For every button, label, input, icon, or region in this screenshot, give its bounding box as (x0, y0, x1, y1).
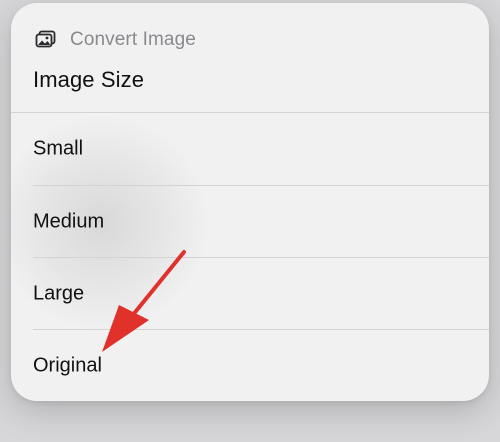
option-label: Medium (33, 210, 105, 233)
app-row: Convert Image (35, 27, 196, 53)
app-name: Convert Image (70, 29, 196, 50)
image-size-menu: Convert Image Image Size Small Medium La… (11, 3, 489, 401)
option-large[interactable]: Large (11, 258, 489, 330)
option-small[interactable]: Small (11, 113, 489, 185)
option-label: Small (33, 137, 84, 160)
option-original[interactable]: Original (11, 330, 489, 401)
option-medium[interactable]: Medium (11, 186, 489, 258)
option-label: Large (33, 282, 85, 305)
photos-icon (35, 30, 57, 50)
option-label: Original (33, 354, 102, 377)
menu-title: Image Size (33, 67, 145, 92)
menu-header: Convert Image Image Size (11, 3, 489, 113)
